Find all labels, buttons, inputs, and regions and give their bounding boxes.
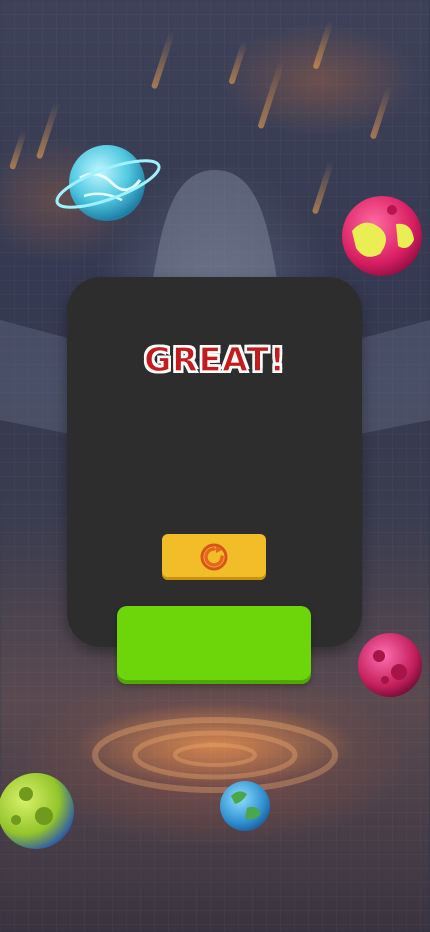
result-title: GREAT! bbox=[144, 339, 286, 379]
restart-icon bbox=[200, 543, 228, 571]
crimson-crater-planet-icon bbox=[358, 633, 422, 697]
earth-planet-icon bbox=[220, 781, 270, 831]
green-crater-planet-icon bbox=[0, 773, 74, 849]
continue-button[interactable] bbox=[117, 606, 311, 684]
ringed-ice-planet-icon bbox=[55, 145, 161, 221]
restart-button[interactable] bbox=[162, 534, 266, 580]
result-panel bbox=[67, 277, 362, 647]
pink-lava-planet-icon bbox=[342, 196, 422, 276]
